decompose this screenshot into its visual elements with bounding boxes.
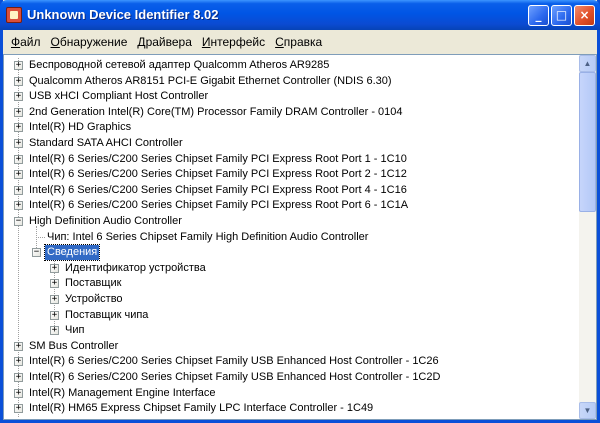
window-controls: _ □ ×	[528, 5, 595, 26]
tree-detail-item-label: Идентификатор устройства	[65, 261, 206, 274]
menu-drivers-label: райвера	[145, 35, 192, 49]
tree-item-label: 2nd Generation Intel(R) Core(TM) Process…	[29, 105, 403, 118]
tree-item[interactable]: + Intel(R) HM65 Express Chipset Family LP…	[4, 401, 579, 417]
tree-item-label: Intel(R) HD Graphics	[29, 121, 132, 134]
tree-chip-line-label: Чип: Intel 6 Series Chipset Family High …	[47, 230, 369, 243]
menu-interface-label: нтерфейс	[210, 35, 266, 49]
minimize-button[interactable]: _	[528, 5, 549, 26]
tree-item-label: USB xHCI Compliant Host Controller	[29, 90, 209, 103]
expand-icon[interactable]: +	[14, 76, 23, 86]
tree-detail-item-label: Чип	[65, 324, 85, 337]
menu-bar: Файл Обнаружение Драйвера Интерфейс Спра…	[3, 30, 597, 54]
tree-details-node[interactable]: − Сведения	[4, 244, 579, 262]
expand-icon[interactable]: +	[14, 139, 23, 148]
expand-icon[interactable]: +	[14, 373, 23, 382]
expand-icon[interactable]: +	[14, 61, 23, 70]
menu-detection[interactable]: Обнаружение	[46, 35, 133, 49]
title-bar[interactable]: Unknown Device Identifier 8.02 _ □ ×	[0, 0, 600, 30]
tree-item[interactable]: + Intel(R) 6 Series/C200 Series Chipset F…	[4, 167, 579, 183]
scroll-up-button[interactable]: ▲	[579, 55, 596, 72]
tree-item[interactable]: + Standard SATA AHCI Controller	[4, 136, 579, 152]
expand-icon[interactable]: +	[14, 123, 23, 133]
tree-item-label: Intel(R) 6 Series/C200 Series Chipset Fa…	[29, 183, 407, 196]
tree-detail-item[interactable]: + Идентификатор устройства	[4, 261, 579, 277]
expand-icon[interactable]: +	[14, 92, 23, 102]
tree-item-label: Standard SATA AHCI Controller	[29, 137, 183, 149]
menu-interface-accel: И	[201, 35, 211, 49]
tree-detail-item-label: Поставщик чипа	[65, 308, 149, 321]
expand-icon[interactable]: +	[14, 357, 23, 367]
tree-connector	[36, 236, 45, 238]
menu-file[interactable]: Файл	[6, 35, 46, 49]
tree-item[interactable]: + Intel(R) 6 Series/C200 Series Chipset F…	[4, 354, 579, 370]
app-icon	[6, 7, 22, 23]
expand-icon[interactable]: +	[14, 107, 23, 117]
menu-help-label: правка	[283, 35, 323, 49]
tree-chip-line[interactable]: Чип: Intel 6 Series Chipset Family High …	[4, 230, 579, 246]
close-button[interactable]: ×	[574, 5, 595, 26]
expand-icon[interactable]: +	[50, 279, 59, 289]
tree-item[interactable]: + SM Bus Controller	[4, 339, 579, 355]
expand-icon[interactable]: +	[14, 170, 23, 180]
tree-item[interactable]: + Intel(R) 6 Series/C200 Series Chipset F…	[4, 370, 579, 386]
menu-file-accel: Ф	[11, 35, 21, 49]
menu-help[interactable]: Справка	[270, 35, 327, 49]
scroll-down-button[interactable]: ▼	[579, 402, 596, 419]
tree-detail-item[interactable]: + Чип	[4, 323, 579, 339]
tree-item-label: Intel(R) Management Engine Interface	[29, 386, 216, 399]
tree-detail-item[interactable]: + Поставщик	[4, 276, 579, 292]
tree-item-expanded[interactable]: − High Definition Audio Controller	[4, 214, 579, 230]
device-tree-panel: + Беспроводной сетевой адаптер Qualcomm A…	[3, 54, 597, 420]
tree-item-label: Intel(R) 6 Series/C200 Series Chipset Fa…	[29, 152, 407, 165]
tree-item-label: Intel(R) 6 Series/C200 Series Chipset Fa…	[29, 199, 409, 212]
tree-item-label: Intel(R) 6 Series/C200 Series Chipset Fa…	[29, 168, 407, 181]
menu-drivers-accel: Д	[137, 35, 146, 49]
tree-item-label: Intel(R) 6 Series/C200 Series Chipset Fa…	[29, 355, 439, 368]
tree-item-label: Беспроводной сетевой адаптер Qualcomm At…	[29, 59, 330, 71]
tree-item[interactable]: + Intel(R) Management Engine Interface	[4, 386, 579, 402]
expand-icon[interactable]: +	[14, 388, 23, 398]
collapse-icon[interactable]: −	[14, 217, 23, 226]
scroll-thumb[interactable]	[579, 72, 596, 212]
tree-item-expanded-label: High Definition Audio Controller	[29, 215, 182, 227]
window-title: Unknown Device Identifier 8.02	[27, 7, 219, 22]
expand-icon[interactable]: +	[50, 295, 59, 304]
expand-icon[interactable]: +	[50, 263, 59, 273]
menu-file-label: айл	[20, 35, 41, 49]
tree-item-label: SM Bus Controller	[29, 339, 119, 352]
tree-item-label: Intel(R) 6 Series/C200 Series Chipset Fa…	[29, 371, 441, 383]
tree-item[interactable]: + Intel(R) 6 Series/C200 Series Chipset F…	[4, 152, 579, 168]
menu-detection-accel: О	[50, 35, 60, 49]
tree-item[interactable]: +2nd Generation Intel(R) Core(TM) Proces…	[4, 105, 579, 121]
vertical-scrollbar[interactable]: ▲ ▼	[579, 55, 596, 419]
menu-help-accel: С	[275, 35, 284, 49]
tree-item[interactable]: + Intel(R) 6 Series/C200 Series Chipset F…	[4, 183, 579, 199]
maximize-button[interactable]: □	[551, 5, 572, 26]
expand-icon[interactable]: +	[14, 185, 23, 195]
tree-detail-item[interactable]: + Поставщик чипа	[4, 308, 579, 324]
expand-icon[interactable]: +	[14, 404, 23, 414]
menu-detection-label: бнаружение	[59, 35, 128, 49]
tree-item[interactable]: + Qualcomm Atheros AR8151 PCI-E Gigabit E…	[4, 74, 579, 90]
app-window: Unknown Device Identifier 8.02 _ □ × Фай…	[0, 0, 600, 423]
collapse-icon[interactable]: −	[32, 248, 41, 258]
expand-icon[interactable]: +	[50, 326, 59, 336]
expand-icon[interactable]: +	[14, 201, 23, 211]
tree-item-label: Intel(R) HM65 Express Chipset Family LPC…	[29, 402, 374, 415]
tree-detail-item-label: Устройство	[65, 293, 123, 305]
expand-icon[interactable]: +	[50, 310, 59, 320]
device-tree[interactable]: + Беспроводной сетевой адаптер Qualcomm A…	[4, 58, 579, 418]
tree-details-node-label: Сведения	[43, 244, 101, 262]
menu-drivers[interactable]: Драйвера	[132, 35, 196, 49]
tree-item-label: Qualcomm Atheros AR8151 PCI-E Gigabit Et…	[29, 74, 392, 87]
expand-icon[interactable]: +	[14, 341, 23, 351]
menu-interface[interactable]: Интерфейс	[197, 35, 270, 49]
tree-item[interactable]: + Intel(R) 6 Series/C200 Series Chipset F…	[4, 198, 579, 214]
expand-icon[interactable]: +	[14, 154, 23, 164]
tree-detail-item-label: Поставщик	[65, 277, 122, 290]
tree-item[interactable]: + USB xHCI Compliant Host Controller	[4, 89, 579, 105]
tree-detail-item[interactable]: + Устройство	[4, 292, 579, 308]
tree-item[interactable]: + Беспроводной сетевой адаптер Qualcomm A…	[4, 58, 579, 74]
tree-item[interactable]: + Intel(R) HD Graphics	[4, 120, 579, 136]
